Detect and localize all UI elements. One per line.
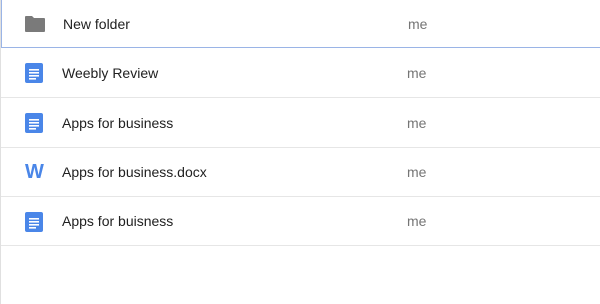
file-name: Apps for business.docx: [62, 164, 207, 180]
word-doc-icon: W: [23, 161, 45, 183]
file-row-apps-for-business[interactable]: Apps for business me: [1, 98, 600, 148]
file-name: Weebly Review: [62, 65, 159, 81]
word-doc-glyph: W: [25, 161, 44, 183]
file-owner: me: [407, 65, 427, 81]
google-doc-icon: [23, 112, 45, 134]
file-name: New folder: [63, 16, 130, 32]
file-name: Apps for business: [62, 115, 174, 131]
file-owner: me: [407, 115, 427, 131]
file-name: Apps for buisness: [62, 213, 174, 229]
google-doc-icon: [23, 211, 45, 233]
file-row-weebly-review[interactable]: Weebly Review me: [1, 48, 600, 98]
file-owner: me: [408, 16, 428, 32]
file-row-apps-for-buisness[interactable]: Apps for buisness me: [1, 197, 600, 246]
file-row-apps-for-business-docx[interactable]: W Apps for business.docx me: [1, 148, 600, 197]
folder-icon: [24, 13, 46, 35]
file-owner: me: [407, 213, 427, 229]
google-doc-icon: [23, 62, 45, 84]
file-owner: me: [407, 164, 427, 180]
file-row-new-folder[interactable]: New folder me: [1, 0, 600, 48]
file-list: New folder me Weebly Review me Apps for …: [0, 0, 600, 304]
